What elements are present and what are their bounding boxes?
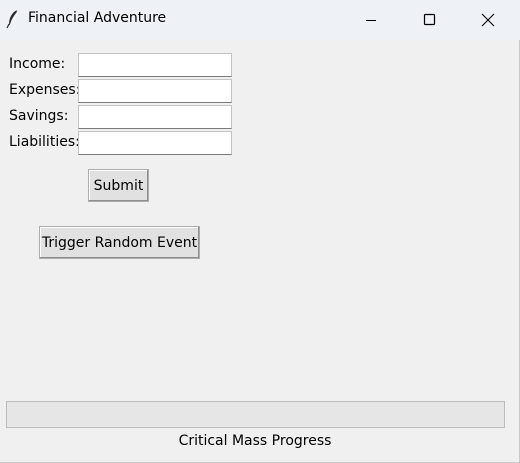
feather-icon: [6, 9, 20, 29]
income-input[interactable]: [78, 53, 232, 77]
minimize-button[interactable]: [348, 0, 394, 40]
app-window: Financial Adventure Income: Expenses: Sa…: [0, 0, 520, 463]
progress-label: Critical Mass Progress: [178, 433, 332, 449]
income-label: Income:: [9, 56, 66, 72]
liabilities-label: Liabilities:: [9, 134, 80, 150]
savings-label: Savings:: [9, 108, 69, 124]
submit-button[interactable]: Submit: [88, 169, 149, 202]
trigger-random-event-button[interactable]: Trigger Random Event: [39, 226, 200, 259]
critical-mass-progress-bar: [6, 401, 505, 428]
expenses-label: Expenses:: [9, 82, 81, 98]
liabilities-input[interactable]: [78, 131, 232, 155]
expenses-input[interactable]: [78, 79, 232, 103]
maximize-button[interactable]: [406, 0, 452, 40]
savings-input[interactable]: [78, 105, 232, 129]
window-title: Financial Adventure: [28, 10, 167, 26]
close-button[interactable]: [465, 0, 511, 40]
title-bar[interactable]: Financial Adventure: [0, 0, 520, 40]
